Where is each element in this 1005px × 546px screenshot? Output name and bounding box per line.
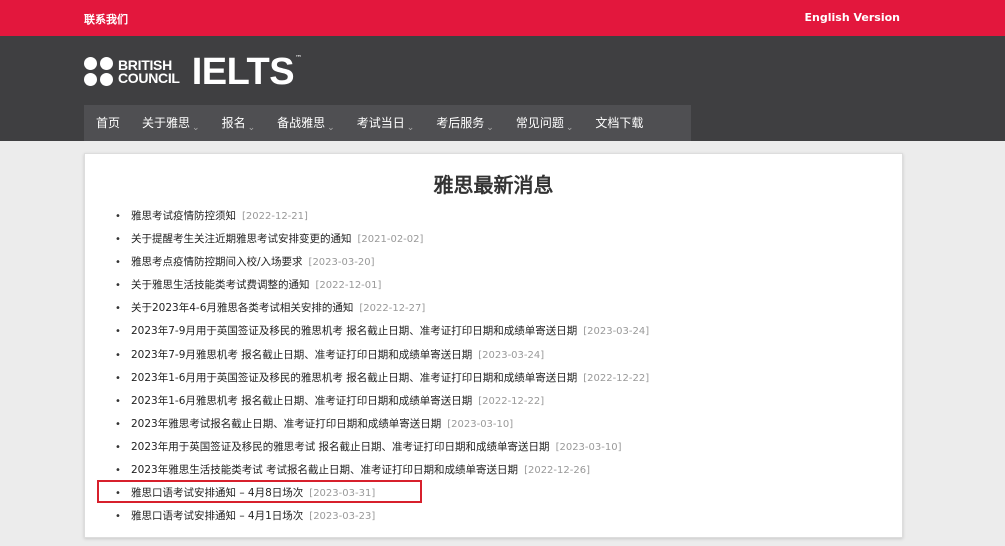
nav-item-7[interactable]: 文档下载 xyxy=(583,105,653,141)
nav-item-label: 常见问题 xyxy=(515,116,564,130)
bullet-icon: • xyxy=(115,234,121,246)
nav-item-label: 关于雅思 xyxy=(142,116,191,130)
bullet-icon: • xyxy=(115,511,121,523)
news-link[interactable]: 2023年7-9月雅思机考 报名截止日期、准考证打印日期和成绩单寄送日期 xyxy=(131,349,472,361)
brand-line-2: COUNCIL xyxy=(118,70,180,86)
nav-item-label: 备战雅思 xyxy=(277,116,326,130)
british-council-wordmark: BRITISH COUNCIL xyxy=(118,58,180,86)
bullet-icon: • xyxy=(115,349,121,361)
chevron-down-icon: ⌄ xyxy=(192,123,200,133)
news-link[interactable]: 雅思考点疫情防控期间入校/入场要求 xyxy=(131,256,303,268)
news-item: • 雅思考试疫情防控须知 [2022-12-21] xyxy=(115,208,649,231)
news-item: • 关于雅思生活技能类考试费调整的通知 [2022-12-01] xyxy=(115,277,649,300)
news-link[interactable]: 2023年雅思考试报名截止日期、准考证打印日期和成绩单寄送日期 xyxy=(131,418,441,430)
nav-item-label: 考试当日 xyxy=(356,116,405,130)
news-date: [2023-03-24] xyxy=(478,349,545,361)
news-item: • 2023年1-6月雅思机考 报名截止日期、准考证打印日期和成绩单寄送日期 [20… xyxy=(115,393,649,416)
news-link[interactable]: 2023年1-6月雅思机考 报名截止日期、准考证打印日期和成绩单寄送日期 xyxy=(131,395,472,407)
news-date: [2023-03-20] xyxy=(308,257,375,269)
trademark-symbol: ™ xyxy=(295,54,303,62)
chevron-down-icon: ⌄ xyxy=(565,123,574,133)
english-version-link[interactable]: English Version xyxy=(805,11,900,24)
bullet-icon: • xyxy=(115,303,121,315)
news-item: • 雅思考点疫情防控期间入校/入场要求 [2023-03-20] xyxy=(115,254,649,277)
bullet-icon: • xyxy=(115,326,121,338)
ielts-wordmark: IELTS xyxy=(191,51,295,93)
news-date: [2023-03-24] xyxy=(583,326,650,338)
news-date: [2023-03-10] xyxy=(447,418,514,430)
top-bar: 联系我们 English Version xyxy=(0,0,1005,36)
news-link[interactable]: 关于雅思生活技能类考试费调整的通知 xyxy=(131,279,310,291)
chevron-down-icon: ⌄ xyxy=(247,123,256,133)
news-link[interactable]: 2023年用于英国签证及移民的雅思考试 报名截止日期、准考证打印日期和成绩单寄送… xyxy=(131,441,550,453)
page-title: 雅思最新消息 xyxy=(433,173,554,197)
news-item: • 关于提醒考生关注近期雅思考试安排变更的通知 [2021-02-02] xyxy=(115,231,649,254)
nav-item-6[interactable]: 常见问题 ⌄ xyxy=(504,105,584,141)
nav-item-3[interactable]: 备战雅思 ⌄ xyxy=(265,105,345,141)
news-item: • 2023年用于英国签证及移民的雅思考试 报名截止日期、准考证打印日期和成绩单寄… xyxy=(115,439,649,462)
contact-us-link[interactable]: 联系我们 xyxy=(84,11,128,27)
bullet-icon: • xyxy=(115,441,121,453)
news-link[interactable]: 关于2023年4-6月雅思各类考试相关安排的通知 xyxy=(131,302,353,314)
bullet-icon: • xyxy=(115,418,121,430)
news-item: • 2023年7-9月用于英国签证及移民的雅思机考 报名截止日期、准考证打印日期和… xyxy=(115,323,649,346)
nav-item-4[interactable]: 考试当日 ⌄ xyxy=(345,105,425,141)
news-item: • 2023年雅思考试报名截止日期、准考证打印日期和成绩单寄送日期 [2023-03… xyxy=(115,416,649,439)
nav-item-label: 考后服务 xyxy=(436,116,485,130)
bullet-icon: • xyxy=(115,257,121,269)
news-date: [2022-12-22] xyxy=(478,395,545,407)
nav-item-0[interactable]: 首页 xyxy=(84,105,130,141)
site-header: BRITISH COUNCIL IELTS ™ 首页 关于雅思 ⌄ 报名 ⌄ 备战雅思 ⌄ 考… xyxy=(0,36,1005,141)
news-item: • 雅思口语考试安排通知 – 4月1日场次 [2023-03-23] xyxy=(115,508,649,531)
chevron-down-icon: ⌄ xyxy=(406,123,415,133)
news-link[interactable]: 2023年雅思生活技能类考试 考试报名截止日期、准考证打印日期和成绩单寄送日期 xyxy=(131,464,518,476)
british-council-dots-icon xyxy=(84,57,114,87)
nav-item-label: 报名 xyxy=(221,116,246,130)
bullet-icon: • xyxy=(115,211,121,222)
news-link[interactable]: 雅思考试疫情防控须知 xyxy=(131,210,236,222)
news-item: • 关于2023年4-6月雅思各类考试相关安排的通知 [2022-12-27] xyxy=(115,300,649,323)
news-date: [2022-12-21] xyxy=(242,211,308,222)
news-date: [2022-12-26] xyxy=(524,465,590,477)
news-link[interactable]: 2023年1-6月用于英国签证及移民的雅思机考 报名截止日期、准考证打印日期和成… xyxy=(131,372,577,384)
bullet-icon: • xyxy=(115,372,121,384)
bullet-icon: • xyxy=(115,395,121,407)
nav-item-5[interactable]: 考后服务 ⌄ xyxy=(424,105,504,141)
chevron-down-icon: ⌄ xyxy=(486,123,494,133)
news-date: [2022-12-27] xyxy=(359,303,426,315)
nav-item-label: 首页 xyxy=(96,116,121,130)
news-item: • 2023年1-6月用于英国签证及移民的雅思机考 报名截止日期、准考证打印日期和… xyxy=(115,370,649,393)
news-item: • 2023年7-9月雅思机考 报名截止日期、准考证打印日期和成绩单寄送日期 [20… xyxy=(115,347,649,370)
news-date: [2021-02-02] xyxy=(357,234,424,246)
chevron-down-icon: ⌄ xyxy=(327,123,335,133)
news-date: [2023-03-10] xyxy=(555,441,622,453)
news-link[interactable]: 雅思口语考试安排通知 – 4月1日场次 xyxy=(131,510,303,522)
bullet-icon: • xyxy=(115,465,121,477)
news-link[interactable]: 2023年7-9月用于英国签证及移民的雅思机考 报名截止日期、准考证打印日期和成… xyxy=(131,325,577,337)
main-nav: 首页 关于雅思 ⌄ 报名 ⌄ 备战雅思 ⌄ 考试当日 ⌄ 考后服务 ⌄ 常见问题 ⌄ 文档下载 xyxy=(84,105,691,141)
brand-logo[interactable]: BRITISH COUNCIL IELTS ™ xyxy=(84,53,302,91)
nav-item-label: 文档下载 xyxy=(595,116,644,130)
news-date: [2022-12-01] xyxy=(315,280,382,292)
nav-item-1[interactable]: 关于雅思 ⌄ xyxy=(130,105,210,141)
news-date: [2022-12-22] xyxy=(583,372,650,384)
news-link[interactable]: 关于提醒考生关注近期雅思考试安排变更的通知 xyxy=(131,233,352,245)
nav-item-2[interactable]: 报名 ⌄ xyxy=(210,105,266,141)
highlight-box xyxy=(97,480,422,503)
bullet-icon: • xyxy=(115,280,121,292)
news-date: [2023-03-23] xyxy=(309,511,376,523)
